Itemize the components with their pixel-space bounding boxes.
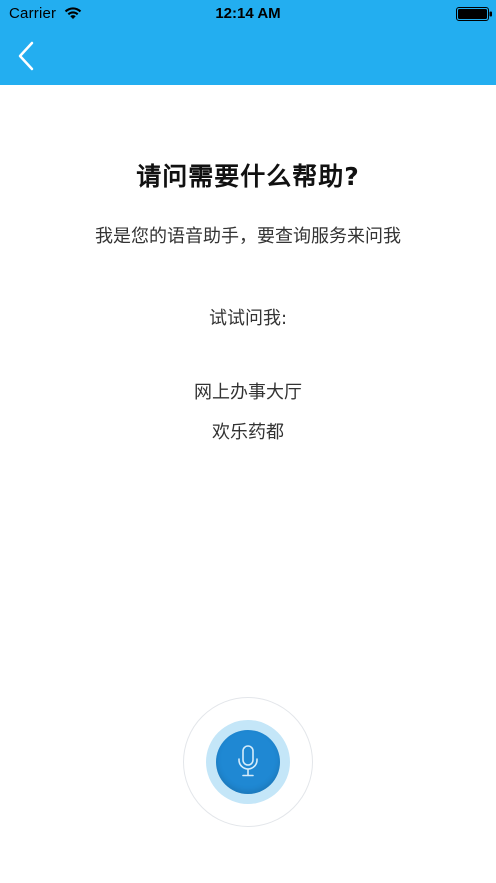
chevron-left-icon bbox=[18, 41, 34, 71]
status-time: 12:14 AM bbox=[215, 5, 281, 22]
page-title: 请问需要什么帮助? bbox=[136, 162, 360, 191]
battery-icon bbox=[456, 7, 492, 21]
status-bar: Carrier 12:14 AM bbox=[0, 0, 496, 28]
nav-bar: Carrier 12:14 AM bbox=[0, 0, 496, 85]
try-asking-label: 试试问我: bbox=[208, 308, 288, 329]
assistant-intro-text: 我是您的语音助手，要查询服务来问我 bbox=[95, 226, 401, 247]
suggestion-item[interactable]: 网上办事大厅 bbox=[0, 378, 496, 404]
microphone-icon bbox=[238, 745, 258, 777]
voice-input-button[interactable] bbox=[216, 730, 280, 794]
suggestion-item[interactable]: 欢乐药都 bbox=[0, 418, 496, 444]
back-button[interactable] bbox=[8, 36, 48, 76]
